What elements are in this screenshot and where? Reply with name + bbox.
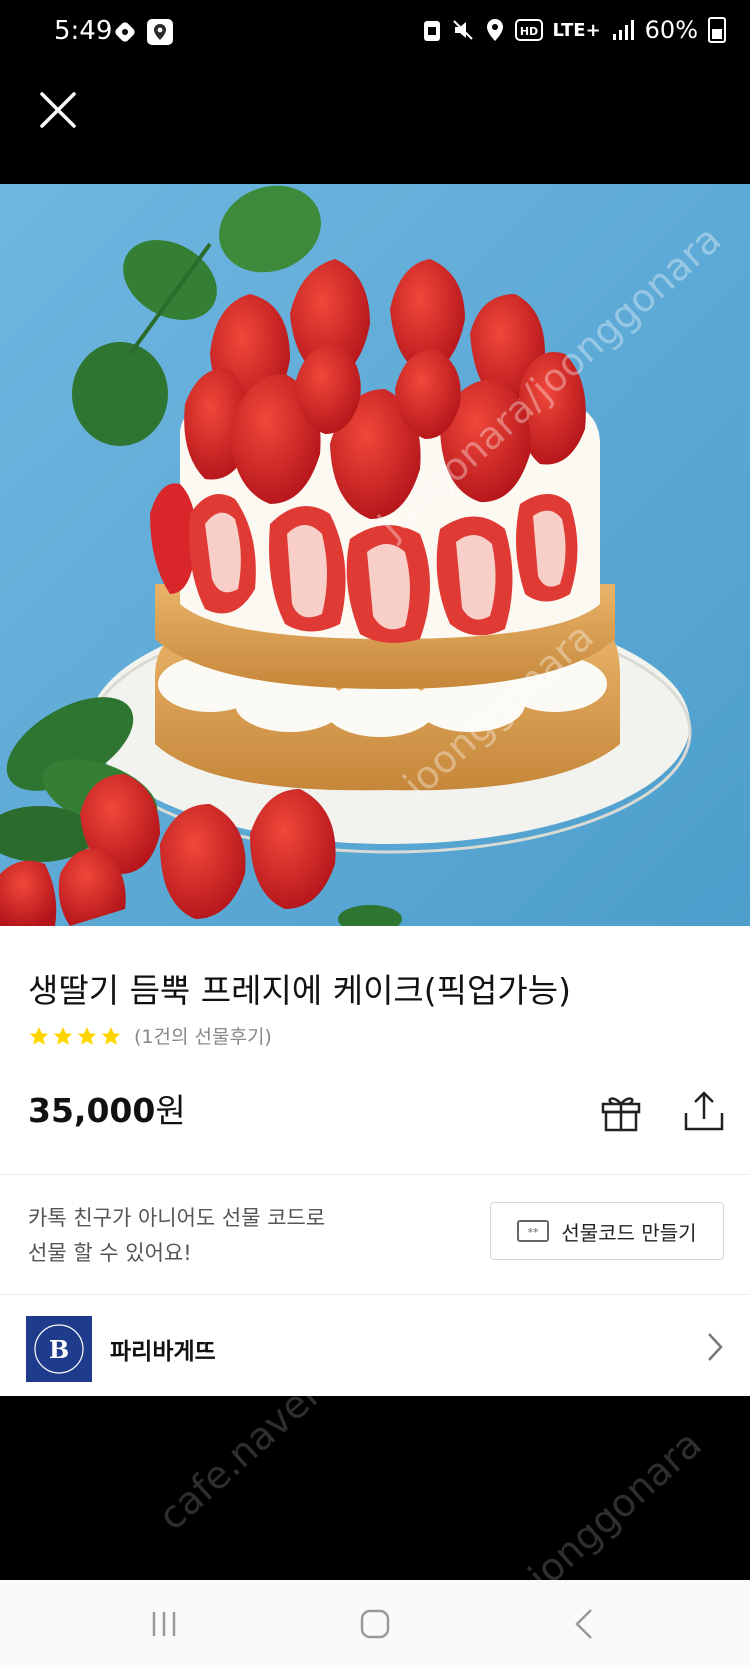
- signal-icon: [612, 20, 634, 40]
- svg-text:**: **: [528, 1226, 540, 1239]
- star-icon: [77, 1026, 97, 1045]
- divider: [0, 1294, 750, 1295]
- review-count: (1건의 선물후기): [134, 1026, 272, 1048]
- close-icon[interactable]: [36, 88, 80, 132]
- price-number: 35,000: [28, 1091, 156, 1130]
- clipboard-icon: [423, 21, 440, 41]
- star-icon: [53, 1026, 73, 1045]
- product-title: 생딸기 듬뿍 프레지에 케이크(픽업가능): [28, 971, 571, 1010]
- svg-text:HD: HD: [519, 25, 537, 38]
- gift-code-promo: 카톡 친구가 아니어도 선물 코드로 선물 할 수 있어요!: [28, 1201, 388, 1271]
- share-icon[interactable]: [683, 1089, 725, 1133]
- product-info-panel: 생딸기 듬뿍 프레지에 케이크(픽업가능) (1건의 선물후기) 35,000원…: [0, 926, 750, 1396]
- seller-name: 파리바게뜨: [110, 1339, 216, 1365]
- system-nav-bar: [0, 1580, 750, 1667]
- maps-icon: [147, 19, 173, 45]
- product-image: jungonara/joonggonara joonggonara: [0, 184, 750, 926]
- status-right-icons: HD LTE+ 60%: [423, 16, 726, 44]
- mute-icon: [452, 20, 473, 40]
- rating-row[interactable]: (1건의 선물후기): [28, 1022, 272, 1049]
- create-gift-code-label: 선물코드 만들기: [561, 1220, 697, 1245]
- network-label: LTE+: [552, 19, 601, 41]
- star-icon: [29, 1026, 49, 1045]
- status-left-icons: [112, 18, 174, 46]
- status-bar: 5:49 HD LTE+ 60%: [0, 0, 750, 62]
- cake-illustration: [0, 184, 750, 926]
- seller-row[interactable]: B 파리바게뜨: [0, 1296, 750, 1396]
- overlay-backdrop: cafe.naver jonggonara: [0, 1371, 750, 1599]
- battery-icon: [708, 17, 726, 43]
- home-icon[interactable]: [353, 1602, 397, 1646]
- top-bar: [0, 62, 750, 184]
- ticket-icon: **: [517, 1220, 550, 1242]
- star-rating: [28, 1025, 122, 1047]
- tag-icon: [115, 22, 135, 42]
- create-gift-code-button[interactable]: ** 선물코드 만들기: [490, 1202, 724, 1260]
- svg-text:B: B: [49, 1335, 69, 1364]
- back-icon[interactable]: [563, 1602, 607, 1646]
- price-unit: 원: [155, 1091, 186, 1130]
- battery-percent: 60%: [644, 16, 698, 44]
- recent-apps-icon[interactable]: [142, 1602, 186, 1646]
- paris-baguette-logo: B: [34, 1324, 84, 1374]
- star-icon: [101, 1026, 121, 1045]
- watermark-text: cafe.naver: [150, 1370, 330, 1539]
- hd-icon: HD: [514, 19, 543, 41]
- watermark-text: jonggonara: [520, 1421, 710, 1599]
- divider: [0, 1174, 750, 1175]
- seller-logo: B: [26, 1316, 92, 1382]
- location-icon: [486, 19, 503, 41]
- gift-icon[interactable]: [599, 1090, 643, 1134]
- chevron-right-icon: [708, 1333, 723, 1361]
- promo-line: 카톡 친구가 아니어도 선물 코드로: [28, 1206, 326, 1230]
- price: 35,000원: [28, 1084, 186, 1132]
- status-time: 5:49: [54, 16, 113, 46]
- promo-line: 선물 할 수 있어요!: [28, 1241, 192, 1265]
